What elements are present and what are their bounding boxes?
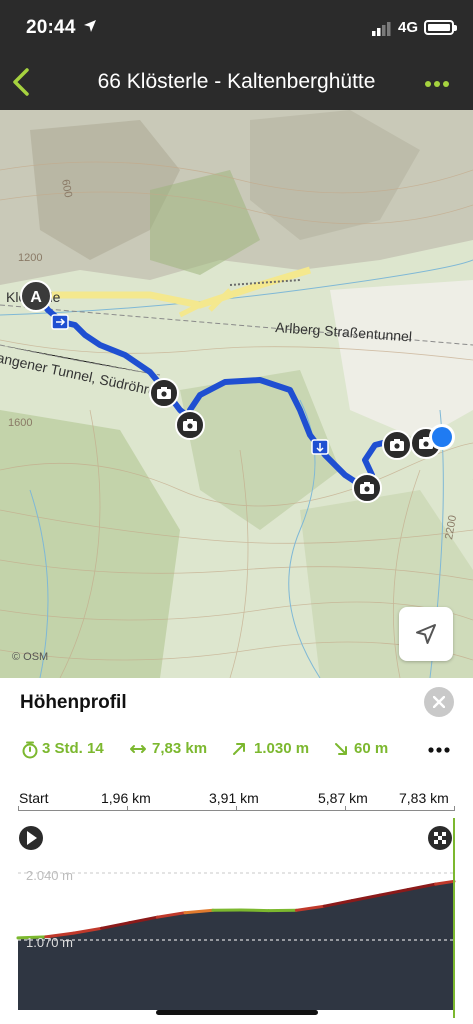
status-bar: 20:44 4G	[0, 0, 473, 60]
route-stats: 3 Std. 14 7,83 km 1.030 m 60 m	[0, 738, 473, 762]
start-flag-icon	[19, 826, 43, 850]
direction-marker	[51, 314, 69, 330]
battery-icon	[424, 20, 457, 35]
camera-icon[interactable]	[352, 473, 382, 503]
svg-text:A: A	[30, 289, 42, 306]
more-options-icon[interactable]	[428, 747, 450, 753]
nav-bar: 66 Klösterle - Kaltenberghütte	[0, 60, 473, 110]
axis-tick	[18, 806, 19, 811]
duration-value: 3 Std. 14	[42, 740, 104, 757]
home-indicator	[156, 1010, 318, 1015]
min-elevation-label: 1.070 m	[26, 935, 73, 950]
start-marker[interactable]: A	[20, 280, 52, 312]
finish-flag-icon	[428, 826, 452, 850]
camera-icon[interactable]	[382, 430, 412, 460]
close-button[interactable]	[424, 687, 454, 717]
elevation-panel: Höhenprofil 3 Std. 14 7,83 km 1.030 m 60…	[0, 678, 473, 1024]
descent-value: 60 m	[354, 740, 389, 757]
panel-title: Höhenprofil	[20, 692, 127, 713]
elevation-line-segment	[239, 908, 271, 913]
distance-arrows-icon	[130, 745, 146, 753]
locate-button[interactable]	[399, 607, 453, 661]
top-bar: 20:44 4G 66 Klösterle - Kaltenberghütte	[0, 0, 473, 110]
axis-tick	[127, 806, 128, 811]
descent-arrow-icon	[335, 743, 347, 755]
max-elevation-label: 2.040 m	[26, 868, 73, 883]
axis-tick-label: 7,83 km	[399, 790, 449, 806]
elevation-area	[18, 881, 454, 1010]
map-attribution[interactable]: © OSM	[12, 651, 48, 663]
axis-tick	[345, 806, 346, 811]
map-view[interactable]: Arlberg Straßentunnel angener Tunnel, Sü…	[0, 110, 473, 678]
axis-tick-label: 1,96 km	[101, 790, 151, 806]
topographic-map: Arlberg Straßentunnel angener Tunnel, Sü…	[0, 110, 473, 678]
axis-tick-label: 5,87 km	[318, 790, 368, 806]
contour-label-1200: 1200	[18, 252, 42, 264]
ascent-arrow-icon	[233, 743, 245, 755]
chevron-left-icon[interactable]	[10, 66, 32, 98]
stopwatch-icon	[22, 741, 38, 759]
camera-icon[interactable]	[149, 378, 179, 408]
axis-tick-label: 3,91 km	[209, 790, 259, 806]
direction-marker	[311, 439, 329, 455]
distance-value: 7,83 km	[152, 740, 208, 757]
camera-icon[interactable]	[175, 410, 205, 440]
page-title: 66 Klösterle - Kaltenberghütte	[97, 70, 376, 93]
location-arrow-icon	[84, 20, 96, 32]
contour-label-1600: 1600	[8, 417, 32, 429]
elevation-chart-svg	[16, 770, 462, 1018]
navigation-arrow-icon	[416, 624, 436, 644]
axis-tick	[454, 806, 455, 811]
elevation-chart[interactable]: 2.040 m 1.070 m	[0, 770, 473, 1018]
network-type: 4G	[398, 19, 419, 36]
close-icon	[433, 696, 445, 708]
status-time: 20:44	[26, 17, 76, 38]
signal-icon	[372, 22, 391, 36]
distance-axis: Start 1,96 km 3,91 km 5,87 km 7,83 km	[18, 790, 458, 810]
ascent-value: 1.030 m	[254, 740, 310, 757]
axis-tick-label: Start	[19, 790, 49, 806]
more-horizontal-icon[interactable]	[424, 80, 450, 88]
axis-tick	[236, 806, 237, 811]
